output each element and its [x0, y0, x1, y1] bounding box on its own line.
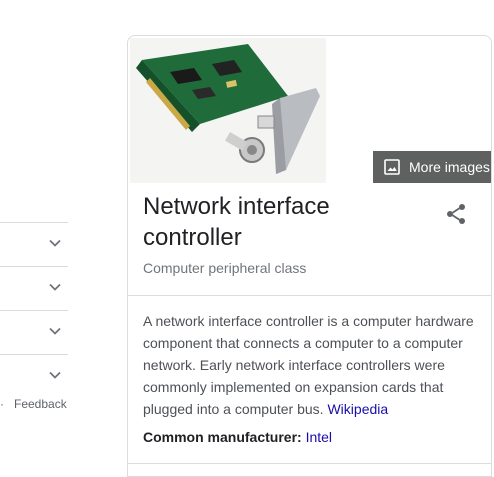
- chevron-down-icon[interactable]: [48, 236, 62, 250]
- entity-description: A network interface controller is a comp…: [143, 310, 478, 420]
- divider: [128, 463, 491, 464]
- more-images-button[interactable]: More images: [373, 151, 491, 183]
- fact-label: Common manufacturer:: [143, 429, 306, 445]
- wikipedia-link[interactable]: Wikipedia: [327, 401, 388, 417]
- chevron-down-icon[interactable]: [48, 368, 62, 382]
- knowledge-panel: More images Network interface controller…: [127, 35, 492, 477]
- entity-subtitle: Computer peripheral class: [143, 260, 307, 276]
- chevron-down-icon[interactable]: [48, 280, 62, 294]
- more-images-label: More images: [409, 159, 490, 175]
- fact-value-link[interactable]: Intel: [306, 429, 332, 445]
- divider: [0, 310, 68, 311]
- entity-title: Network interface controller: [143, 193, 330, 251]
- separator-dot: ·: [0, 397, 4, 411]
- divider: [0, 354, 68, 355]
- feedback-link[interactable]: Feedback: [14, 397, 67, 411]
- chevron-down-icon[interactable]: [48, 324, 62, 338]
- description-text: A network interface controller is a comp…: [143, 313, 474, 417]
- share-icon[interactable]: [444, 202, 468, 226]
- network-card-image[interactable]: [130, 38, 326, 183]
- divider: [0, 266, 68, 267]
- image-icon: [384, 159, 400, 175]
- people-also-ask-list: · Feedback: [0, 0, 68, 466]
- divider: [0, 222, 68, 223]
- divider: [128, 295, 491, 296]
- fact-row: Common manufacturer: Intel: [143, 429, 332, 445]
